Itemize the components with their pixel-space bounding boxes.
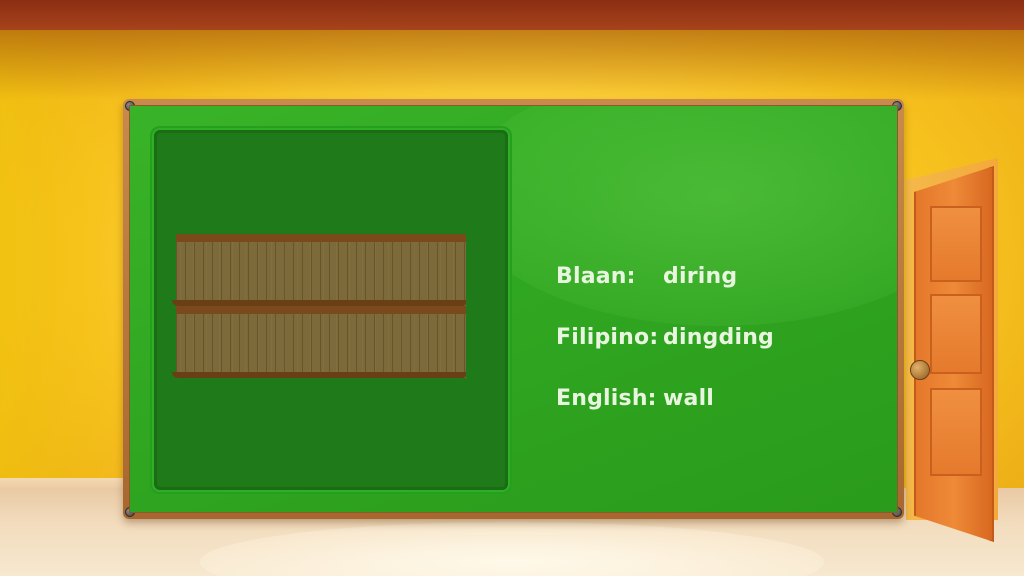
- wall-plank-top: [172, 234, 466, 306]
- door-panel-middle: [930, 294, 982, 374]
- board-shine: [460, 106, 897, 326]
- ceiling-shadow: [0, 30, 1024, 100]
- language-label: English:: [556, 386, 657, 411]
- word-value: diring: [663, 264, 738, 289]
- chalkboard-surface: Blaan: diring Filipino: dingding English…: [129, 105, 898, 513]
- door-panel-bottom: [930, 388, 982, 476]
- chalkboard: Blaan: diring Filipino: dingding English…: [123, 99, 904, 519]
- door[interactable]: [914, 166, 994, 542]
- picture-panel: [152, 128, 510, 492]
- door-knob-icon[interactable]: [910, 360, 930, 380]
- ceiling: [0, 0, 1024, 30]
- word-value: wall: [663, 386, 715, 411]
- language-label: Filipino:: [556, 325, 659, 350]
- language-label: Blaan:: [556, 264, 636, 289]
- wall-plank-bottom: [172, 306, 466, 378]
- classroom-scene: Blaan: diring Filipino: dingding English…: [0, 0, 1024, 576]
- word-value: dingding: [663, 325, 774, 350]
- door-panel-top: [930, 206, 982, 282]
